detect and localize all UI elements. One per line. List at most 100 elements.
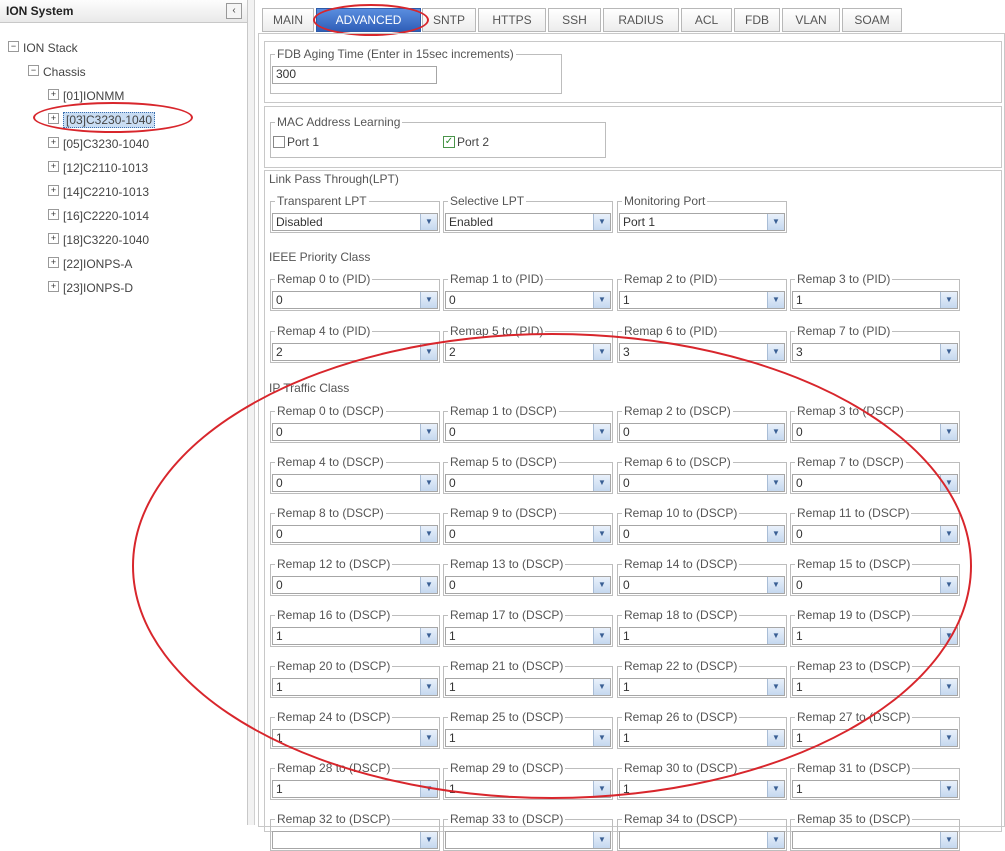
chevron-down-icon[interactable]: ▼ <box>420 292 437 308</box>
dscp-remap-17-select[interactable]: 1 ▼ <box>445 627 611 645</box>
pid-remap-6-select[interactable]: 3 ▼ <box>619 343 785 361</box>
chevron-down-icon[interactable]: ▼ <box>593 781 610 797</box>
chevron-down-icon[interactable]: ▼ <box>940 424 957 440</box>
dscp-remap-16-select[interactable]: 1 ▼ <box>272 627 438 645</box>
pid-remap-4-select[interactable]: 2 ▼ <box>272 343 438 361</box>
chevron-down-icon[interactable]: ▼ <box>420 781 437 797</box>
dscp-remap-5-select[interactable]: 0 ▼ <box>445 474 611 492</box>
port1-checkbox[interactable]: Port 1 <box>273 135 319 149</box>
chevron-down-icon[interactable]: ▼ <box>940 628 957 644</box>
chevron-down-icon[interactable]: ▼ <box>420 344 437 360</box>
tab-advanced[interactable]: ADVANCED <box>316 8 421 32</box>
tab-ssh[interactable]: SSH <box>548 8 601 32</box>
chevron-down-icon[interactable]: ▼ <box>420 730 437 746</box>
dscp-remap-30-select[interactable]: 1 ▼ <box>619 780 785 798</box>
tab-acl[interactable]: ACL <box>681 8 732 32</box>
chevron-down-icon[interactable]: ▼ <box>940 475 957 491</box>
dscp-remap-18-select[interactable]: 1 ▼ <box>619 627 785 645</box>
expand-icon[interactable]: + <box>48 89 59 101</box>
collapse-icon[interactable]: − <box>28 65 39 77</box>
chevron-down-icon[interactable]: ▼ <box>767 526 784 542</box>
chevron-down-icon[interactable]: ▼ <box>593 214 610 230</box>
chevron-down-icon[interactable]: ▼ <box>940 832 957 848</box>
chevron-down-icon[interactable]: ▼ <box>593 475 610 491</box>
dscp-remap-1-select[interactable]: 0 ▼ <box>445 423 611 441</box>
dscp-remap-0-select[interactable]: 0 ▼ <box>272 423 438 441</box>
chevron-down-icon[interactable]: ▼ <box>420 214 437 230</box>
dscp-remap-34-select[interactable]: ▼ <box>619 831 785 849</box>
panel-splitter[interactable] <box>248 0 255 825</box>
chevron-down-icon[interactable]: ▼ <box>940 781 957 797</box>
chevron-down-icon[interactable]: ▼ <box>593 577 610 593</box>
pid-remap-3-select[interactable]: 1 ▼ <box>792 291 958 309</box>
expand-icon[interactable]: + <box>48 161 59 173</box>
chevron-down-icon[interactable]: ▼ <box>593 628 610 644</box>
expand-icon[interactable]: + <box>48 233 59 245</box>
expand-icon[interactable]: + <box>48 281 59 293</box>
chevron-down-icon[interactable]: ▼ <box>420 679 437 695</box>
collapse-panel-icon[interactable]: ‹ <box>226 3 242 19</box>
chevron-down-icon[interactable]: ▼ <box>420 424 437 440</box>
dscp-remap-28-select[interactable]: 1 ▼ <box>272 780 438 798</box>
chevron-down-icon[interactable]: ▼ <box>420 577 437 593</box>
tab-soam[interactable]: SOAM <box>842 8 902 32</box>
dscp-remap-3-select[interactable]: 0 ▼ <box>792 423 958 441</box>
tab-fdb[interactable]: FDB <box>734 8 780 32</box>
dscp-remap-29-select[interactable]: 1 ▼ <box>445 780 611 798</box>
chevron-down-icon[interactable]: ▼ <box>767 577 784 593</box>
chevron-down-icon[interactable]: ▼ <box>593 424 610 440</box>
chevron-down-icon[interactable]: ▼ <box>420 832 437 848</box>
selective-lpt-select[interactable]: Enabled ▼ <box>445 213 611 231</box>
chevron-down-icon[interactable]: ▼ <box>593 832 610 848</box>
tree-node[interactable]: + [05]C3230-1040 <box>48 134 149 152</box>
port2-checkbox[interactable]: ✓ Port 2 <box>443 135 489 149</box>
dscp-remap-32-select[interactable]: ▼ <box>272 831 438 849</box>
tab-radius[interactable]: RADIUS <box>603 8 679 32</box>
dscp-remap-19-select[interactable]: 1 ▼ <box>792 627 958 645</box>
chevron-down-icon[interactable]: ▼ <box>940 577 957 593</box>
tab-main[interactable]: MAIN <box>262 8 314 32</box>
chevron-down-icon[interactable]: ▼ <box>593 292 610 308</box>
expand-icon[interactable]: + <box>48 137 59 149</box>
dscp-remap-24-select[interactable]: 1 ▼ <box>272 729 438 747</box>
dscp-remap-11-select[interactable]: 0 ▼ <box>792 525 958 543</box>
dscp-remap-23-select[interactable]: 1 ▼ <box>792 678 958 696</box>
pid-remap-2-select[interactable]: 1 ▼ <box>619 291 785 309</box>
dscp-remap-9-select[interactable]: 0 ▼ <box>445 525 611 543</box>
expand-icon[interactable]: + <box>48 185 59 197</box>
expand-icon[interactable]: + <box>48 257 59 269</box>
dscp-remap-15-select[interactable]: 0 ▼ <box>792 576 958 594</box>
chevron-down-icon[interactable]: ▼ <box>940 679 957 695</box>
chevron-down-icon[interactable]: ▼ <box>593 526 610 542</box>
chevron-down-icon[interactable]: ▼ <box>940 526 957 542</box>
chevron-down-icon[interactable]: ▼ <box>767 781 784 797</box>
chevron-down-icon[interactable]: ▼ <box>940 730 957 746</box>
monitoring-port-select[interactable]: Port 1 ▼ <box>619 213 785 231</box>
tab-vlan[interactable]: VLAN <box>782 8 840 32</box>
dscp-remap-20-select[interactable]: 1 ▼ <box>272 678 438 696</box>
dscp-remap-4-select[interactable]: 0 ▼ <box>272 474 438 492</box>
chevron-down-icon[interactable]: ▼ <box>767 292 784 308</box>
pid-remap-0-select[interactable]: 0 ▼ <box>272 291 438 309</box>
chevron-down-icon[interactable]: ▼ <box>420 475 437 491</box>
chevron-down-icon[interactable]: ▼ <box>593 679 610 695</box>
chevron-down-icon[interactable]: ▼ <box>767 214 784 230</box>
chevron-down-icon[interactable]: ▼ <box>767 424 784 440</box>
tree-node[interactable]: + [16]C2220-1014 <box>48 206 149 224</box>
chevron-down-icon[interactable]: ▼ <box>420 628 437 644</box>
dscp-remap-35-select[interactable]: ▼ <box>792 831 958 849</box>
expand-icon[interactable]: + <box>48 209 59 221</box>
dscp-remap-10-select[interactable]: 0 ▼ <box>619 525 785 543</box>
dscp-remap-6-select[interactable]: 0 ▼ <box>619 474 785 492</box>
pid-remap-7-select[interactable]: 3 ▼ <box>792 343 958 361</box>
chevron-down-icon[interactable]: ▼ <box>767 628 784 644</box>
pid-remap-1-select[interactable]: 0 ▼ <box>445 291 611 309</box>
chevron-down-icon[interactable]: ▼ <box>593 344 610 360</box>
chevron-down-icon[interactable]: ▼ <box>767 475 784 491</box>
dscp-remap-25-select[interactable]: 1 ▼ <box>445 729 611 747</box>
tree-node[interactable]: + [03]C3230-1040 <box>48 110 156 128</box>
collapse-icon[interactable]: − <box>8 41 19 53</box>
chevron-down-icon[interactable]: ▼ <box>767 344 784 360</box>
dscp-remap-33-select[interactable]: ▼ <box>445 831 611 849</box>
dscp-remap-13-select[interactable]: 0 ▼ <box>445 576 611 594</box>
